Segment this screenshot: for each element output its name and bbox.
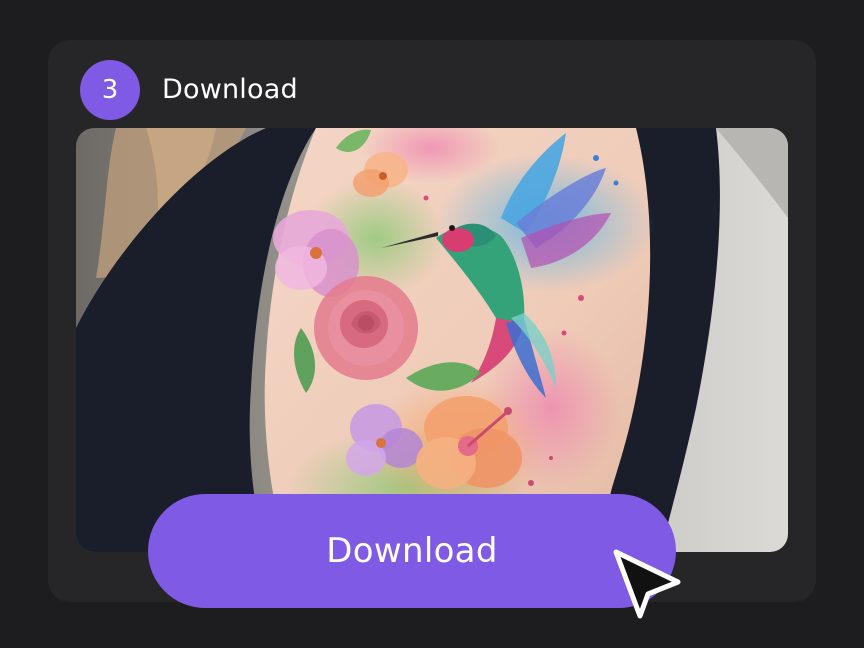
step-number-badge: 3	[80, 60, 140, 120]
download-button[interactable]: Download	[148, 494, 676, 608]
step-title: Download	[162, 74, 298, 105]
mouse-pointer-icon	[606, 542, 692, 628]
tattoo-preview-image	[76, 128, 788, 552]
